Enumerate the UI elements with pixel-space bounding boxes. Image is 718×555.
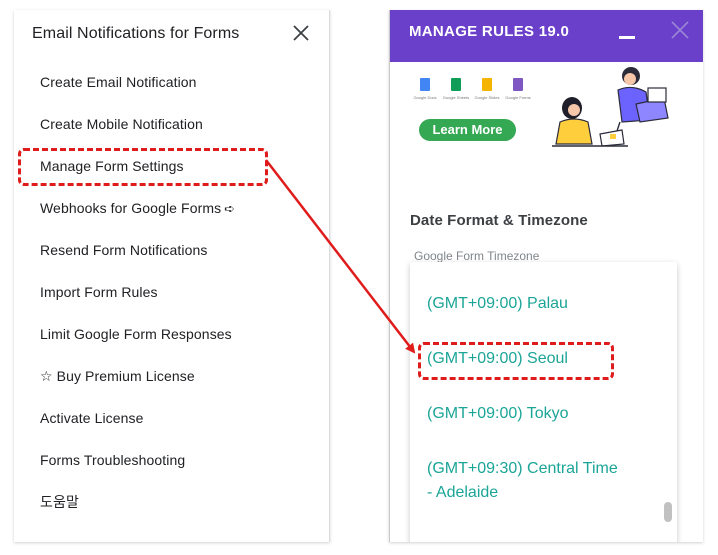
annotation-arrow xyxy=(265,159,416,354)
